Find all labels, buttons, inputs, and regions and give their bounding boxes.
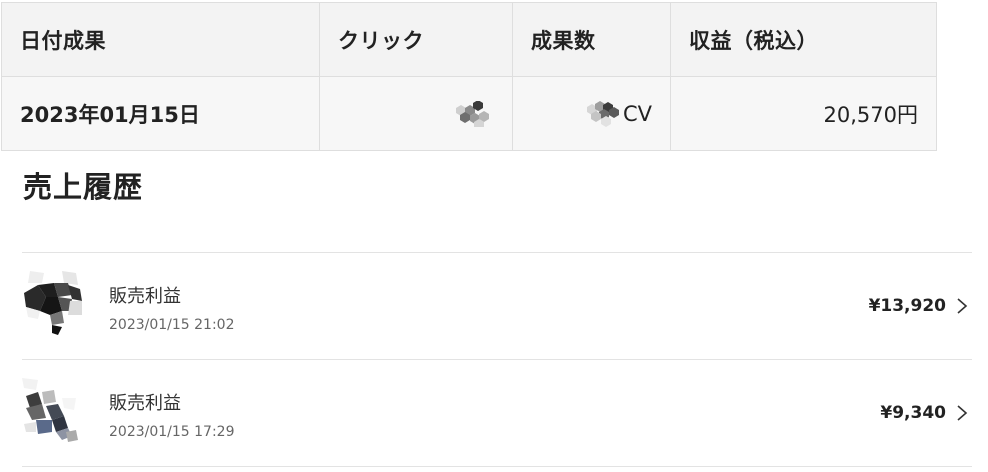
row-clicks <box>319 76 513 151</box>
cv-suffix: CV <box>622 101 652 126</box>
mosaic-icon <box>586 100 619 127</box>
item-amount: ¥9,340 <box>880 403 946 423</box>
header-clicks: クリック <box>319 2 513 77</box>
chevron-right-icon[interactable] <box>956 404 968 422</box>
item-datetime: 2023/01/15 21:02 <box>109 317 235 333</box>
list-item[interactable]: 販売利益 2023/01/15 21:02 ¥13,920 <box>22 252 972 359</box>
table-row: 2023年01月15日 CV 20,570円 <box>1 76 937 151</box>
item-thumbnail <box>22 378 78 442</box>
item-title: 販売利益 <box>109 286 181 307</box>
header-revenue: 収益（税込） <box>670 2 937 77</box>
item-datetime: 2023/01/15 17:29 <box>109 424 235 440</box>
row-revenue: 20,570円 <box>670 76 937 151</box>
item-thumbnail <box>24 271 82 335</box>
header-date-results: 日付成果 <box>1 2 320 77</box>
list-item[interactable]: 販売利益 2023/01/15 17:29 ¥9,340 <box>22 359 972 467</box>
row-conversions: CV <box>512 76 671 151</box>
chevron-right-icon[interactable] <box>956 297 968 315</box>
item-amount: ¥13,920 <box>868 296 946 316</box>
sales-history-list: 販売利益 2023/01/15 21:02 ¥13,920 販売利益 2023/… <box>22 252 972 467</box>
table-header-row: 日付成果 クリック 成果数 収益（税込） <box>1 2 937 77</box>
row-date: 2023年01月15日 <box>1 76 320 151</box>
item-title: 販売利益 <box>109 393 181 414</box>
stats-table: 日付成果 クリック 成果数 収益（税込） 2023年01月15日 CV 20,5… <box>1 2 937 151</box>
section-title-sales-history: 売上履歴 <box>23 170 144 204</box>
header-conversions: 成果数 <box>512 2 671 77</box>
mosaic-icon <box>456 100 489 127</box>
